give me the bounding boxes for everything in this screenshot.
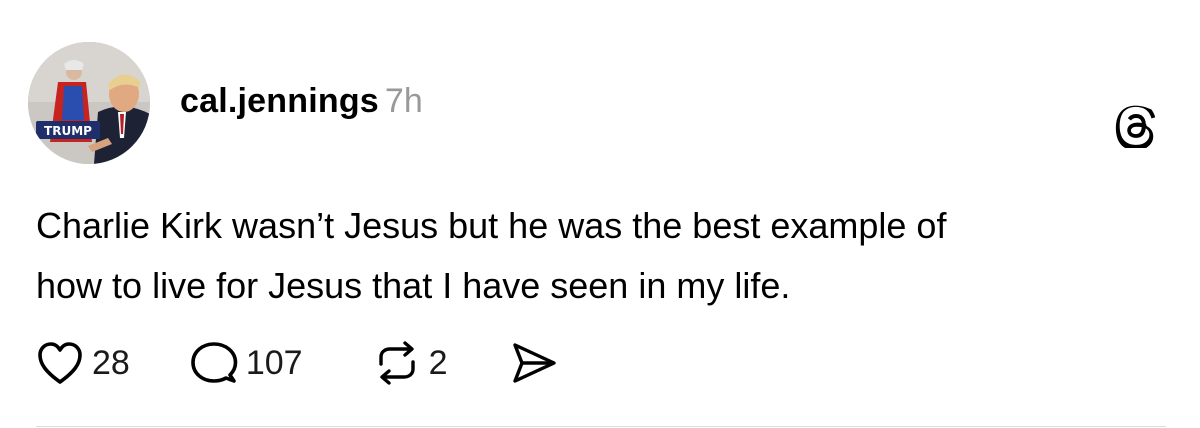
like-button[interactable]: 28	[36, 340, 130, 386]
post-text-line: Charlie Kirk wasn’t Jesus but he was the…	[36, 205, 947, 246]
post-divider	[36, 426, 1166, 427]
like-count: 28	[92, 343, 130, 382]
comment-bubble-icon	[190, 340, 238, 386]
share-button[interactable]	[509, 340, 559, 386]
avatar-image: TRUMP	[28, 42, 150, 164]
avatar-badge-text: TRUMP	[44, 124, 92, 138]
post-text-line: how to live for Jesus that I have seen i…	[36, 265, 791, 306]
post-header: cal.jennings 7h	[180, 82, 423, 121]
avatar[interactable]: TRUMP	[28, 42, 150, 164]
repost-button[interactable]: 2	[373, 340, 448, 386]
heart-icon	[36, 340, 84, 386]
repost-arrows-icon	[373, 340, 421, 386]
username[interactable]: cal.jennings	[180, 82, 379, 120]
threads-logo-icon	[1114, 104, 1158, 151]
post-body: Charlie Kirk wasn’t Jesus but he was the…	[36, 196, 1166, 316]
reply-count: 107	[245, 343, 303, 382]
reply-button[interactable]: 107	[190, 340, 303, 386]
send-icon	[509, 340, 559, 386]
threads-post: TRUMP cal.jennings 7h Charlie Kirk wasn’t…	[0, 0, 1200, 428]
action-bar: 28 107 2	[36, 338, 559, 388]
repost-count: 2	[428, 343, 448, 382]
post-timestamp: 7h	[384, 82, 423, 120]
